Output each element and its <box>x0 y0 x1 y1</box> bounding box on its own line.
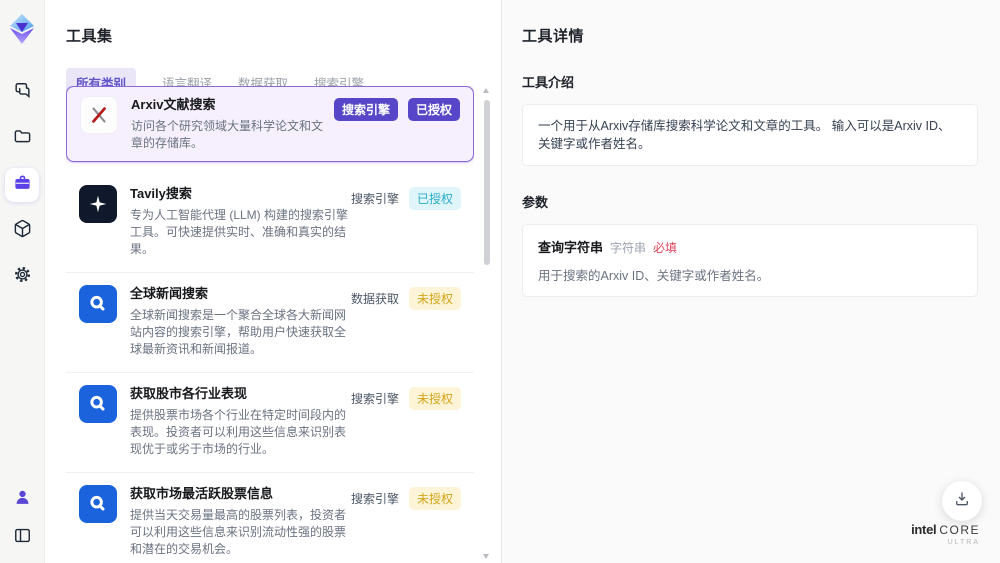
collapse-sidebar-button[interactable] <box>5 521 39 555</box>
intel-core-logo: intel CORE ULTRA <box>911 522 980 549</box>
tool-description: 专为人工智能代理 (LLM) 构建的搜索引擎工具。可快速提供实时、准确和真实的结… <box>130 208 349 256</box>
folder-icon <box>13 127 32 151</box>
left-sidebar <box>0 0 45 563</box>
tool-title: Tavily搜索 <box>130 186 192 201</box>
tool-list-panel: 工具集 所有类别 语言翻译 数据获取 搜索引擎 Arxiv文献搜索 访问各个研究… <box>46 0 500 563</box>
param-name: 查询字符串 <box>538 240 604 255</box>
tool-card-sector-performance[interactable]: 获取股市各行业表现 提供股票市场各个行业在特定时间段内的表现。投资者可以利用这些… <box>66 373 474 473</box>
sidebar-item-tools[interactable] <box>5 168 39 202</box>
scroll-up-arrow[interactable] <box>483 88 489 93</box>
stock-sector-icon <box>79 385 117 423</box>
tool-description: 提供股票市场各个行业在特定时间段内的表现。投资者可以利用这些信息来识别表现优于或… <box>130 408 347 456</box>
gear-icon <box>13 265 32 289</box>
tool-card-arxiv[interactable]: Arxiv文献搜索 访问各个研究领域大量科学论文和文章的存储库。 搜索引擎 已授… <box>66 86 474 162</box>
sidebar-item-chat[interactable] <box>5 76 39 110</box>
category-label: 搜索引擎 <box>350 192 399 206</box>
sidebar-item-profile[interactable] <box>5 483 39 517</box>
tool-description: 提供当天交易量最高的股票列表，投资者可以利用这些信息来识别流动性强的股票和潜在的… <box>130 508 347 556</box>
tool-title: 全球新闻搜索 <box>130 286 209 301</box>
list-scrollbar[interactable] <box>483 88 490 559</box>
news-search-icon <box>79 285 117 323</box>
tool-detail-panel: 工具详情 工具介绍 一个用于从Arxiv存储库搜索科学论文和文章的工具。 输入可… <box>501 0 1000 563</box>
intro-heading: 工具介绍 <box>522 75 575 90</box>
category-label: 搜索引擎 <box>350 492 399 506</box>
tool-card-tavily[interactable]: Tavily搜索 专为人工智能代理 (LLM) 构建的搜索引擎工具。可快速提供实… <box>66 173 474 273</box>
scrollbar-thumb[interactable] <box>483 100 490 265</box>
tool-title: 获取股市各行业表现 <box>130 386 248 401</box>
active-stocks-icon <box>79 485 117 523</box>
intro-text: 一个用于从Arxiv存储库搜索科学论文和文章的工具。 输入可以是Arxiv ID… <box>538 119 951 151</box>
panel-layout-icon <box>13 526 32 550</box>
detail-title: 工具详情 <box>522 28 585 45</box>
status-badge: 未授权 <box>408 287 461 310</box>
page-title: 工具集 <box>66 28 113 45</box>
user-avatar-icon <box>13 488 32 512</box>
param-type: 字符串 <box>610 241 647 255</box>
status-badge: 已授权 <box>408 187 461 210</box>
chat-icon <box>13 81 32 105</box>
param-required-label: 必填 <box>653 241 678 255</box>
brand-core: CORE <box>939 523 980 537</box>
tool-list: Arxiv文献搜索 访问各个研究领域大量科学论文和文章的存储库。 搜索引擎 已授… <box>66 86 474 563</box>
tool-description: 访问各个研究领域大量科学论文和文章的存储库。 <box>131 119 324 150</box>
params-heading: 参数 <box>522 195 549 210</box>
briefcase-icon <box>13 173 32 197</box>
category-label: 数据获取 <box>350 292 399 306</box>
download-button[interactable] <box>942 481 982 521</box>
tool-description: 全球新闻搜索是一个聚合全球各大新闻网站内容的搜索引擎，帮助用户快速获取全球最新资… <box>130 308 347 356</box>
status-badge: 已授权 <box>407 98 460 121</box>
sidebar-item-plugins[interactable] <box>5 214 39 248</box>
brand-ultra: ULTRA <box>947 539 980 546</box>
tool-card-global-news[interactable]: 全球新闻搜索 全球新闻搜索是一个聚合全球各大新闻网站内容的搜索引擎，帮助用户快速… <box>66 273 474 373</box>
sidebar-item-files[interactable] <box>5 122 39 156</box>
cube-icon <box>13 219 32 243</box>
tool-card-active-stocks[interactable]: 获取市场最活跃股票信息 提供当天交易量最高的股票列表，投资者可以利用这些信息来识… <box>66 473 474 563</box>
tool-title: 获取市场最活跃股票信息 <box>130 486 274 501</box>
param-description: 用于搜索的Arxiv ID、关键字或作者姓名。 <box>538 269 770 283</box>
status-badge: 未授权 <box>408 487 461 510</box>
tool-title: Arxiv文献搜索 <box>131 97 216 112</box>
download-icon <box>953 490 971 513</box>
category-badge: 搜索引擎 <box>333 98 398 121</box>
arxiv-icon <box>80 96 118 134</box>
brand-intel: intel <box>911 522 937 537</box>
sidebar-item-settings[interactable] <box>5 260 39 294</box>
scroll-down-arrow[interactable] <box>483 554 489 559</box>
tavily-icon <box>79 185 117 223</box>
status-badge: 未授权 <box>408 387 461 410</box>
category-label: 搜索引擎 <box>350 392 399 406</box>
intro-box: 一个用于从Arxiv存储库搜索科学论文和文章的工具。 输入可以是Arxiv ID… <box>522 104 978 166</box>
app-logo <box>7 12 37 46</box>
param-box: 查询字符串 字符串 必填 用于搜索的Arxiv ID、关键字或作者姓名。 <box>522 224 978 297</box>
